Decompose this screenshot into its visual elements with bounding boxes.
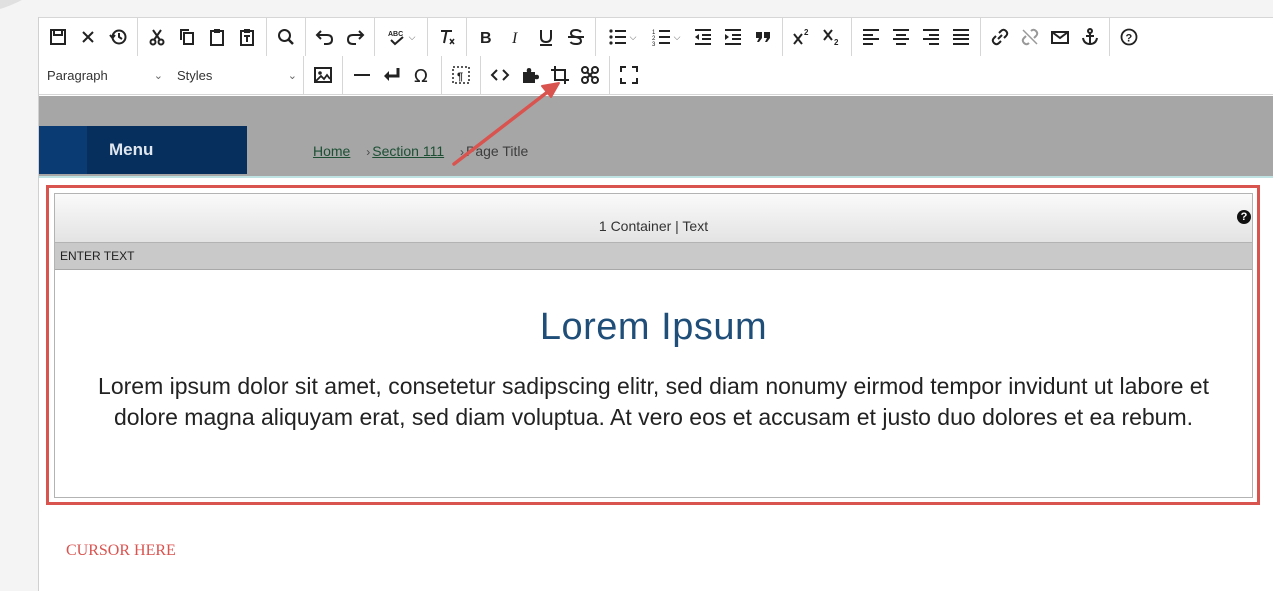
spellcheck-icon[interactable]: ABC ⌵ bbox=[379, 22, 423, 52]
align-center-icon[interactable] bbox=[886, 22, 916, 52]
fullscreen-icon[interactable] bbox=[614, 60, 644, 90]
subscript-icon[interactable]: 2 bbox=[817, 22, 847, 52]
toolbar-group-spell: ABC ⌵ bbox=[375, 18, 428, 56]
toolbar-group-clear bbox=[428, 18, 467, 56]
plugin-icon[interactable] bbox=[515, 60, 545, 90]
undo-icon[interactable] bbox=[310, 22, 340, 52]
redo-icon[interactable] bbox=[340, 22, 370, 52]
align-left-icon[interactable] bbox=[856, 22, 886, 52]
line-break-icon[interactable] bbox=[377, 60, 407, 90]
image-icon[interactable] bbox=[308, 60, 338, 90]
paste-text-icon[interactable] bbox=[232, 22, 262, 52]
breadcrumb-home[interactable]: Home bbox=[313, 143, 350, 159]
styles-value: Styles bbox=[177, 67, 213, 83]
svg-text:¶: ¶ bbox=[457, 71, 463, 83]
toolbar-group-tools bbox=[481, 56, 610, 94]
find-icon[interactable] bbox=[271, 22, 301, 52]
toolbar-group-image bbox=[304, 56, 343, 94]
breadcrumb-separator: › bbox=[460, 145, 465, 159]
align-right-icon[interactable] bbox=[916, 22, 946, 52]
chevron-down-icon: ⌄ bbox=[287, 69, 297, 82]
breadcrumb-separator: › bbox=[366, 145, 371, 159]
bullet-list-icon[interactable]: ⌵ bbox=[600, 22, 644, 52]
strikethrough-icon[interactable] bbox=[561, 22, 591, 52]
toolbar-group-find bbox=[267, 18, 306, 56]
breadcrumb-section[interactable]: Section 111 bbox=[372, 143, 444, 159]
crop-icon[interactable] bbox=[545, 60, 575, 90]
paragraph-format-select[interactable]: Paragraph ⌄ bbox=[39, 60, 169, 90]
omega-icon[interactable]: Ω bbox=[407, 60, 437, 90]
breadcrumb: Home › Section 111 › Page Title bbox=[313, 143, 528, 159]
toolbar-group-align bbox=[852, 18, 981, 56]
menu-button[interactable]: Menu bbox=[39, 126, 247, 174]
chevron-down-icon: ⌵ bbox=[408, 31, 416, 42]
toolbar-group-help: ? bbox=[1110, 18, 1148, 56]
menu-label: Menu bbox=[109, 140, 154, 159]
save-icon[interactable] bbox=[43, 22, 73, 52]
chevron-down-icon: ⌵ bbox=[629, 31, 637, 42]
toolbar-group-document bbox=[39, 18, 138, 56]
breadcrumb-current: Page Title bbox=[466, 143, 529, 159]
page-header-band: Menu Home › Section 111 › Page Title bbox=[39, 96, 1273, 176]
bold-icon[interactable]: B bbox=[471, 22, 501, 52]
paste-icon[interactable] bbox=[202, 22, 232, 52]
svg-text:3: 3 bbox=[652, 42, 656, 47]
indent-icon[interactable] bbox=[718, 22, 748, 52]
toolbar-group-blocks: ¶ bbox=[442, 56, 481, 94]
toolbar-group-format: Paragraph ⌄ Styles ⌄ bbox=[39, 56, 304, 94]
italic-icon[interactable]: I bbox=[501, 22, 531, 52]
toolbar-group-links bbox=[981, 18, 1110, 56]
svg-text:?: ? bbox=[1126, 33, 1133, 45]
help-icon[interactable]: ? bbox=[1114, 22, 1144, 52]
toolbar-group-basic-styles: B I bbox=[467, 18, 596, 56]
chevron-down-icon: ⌵ bbox=[673, 31, 681, 42]
toolbar-group-clipboard bbox=[138, 18, 267, 56]
history-icon[interactable] bbox=[103, 22, 133, 52]
paragraph-format-value: Paragraph bbox=[47, 67, 108, 83]
editor-frame: ABC ⌵ B I ⌵ 1 2 3 ⌵ 2 2 ? Paragraph ⌄ St… bbox=[38, 17, 1273, 591]
menu-strip bbox=[39, 126, 87, 174]
underline-icon[interactable] bbox=[531, 22, 561, 52]
svg-text:2: 2 bbox=[834, 38, 839, 47]
anchor-icon[interactable] bbox=[1075, 22, 1105, 52]
toolbar-group-script: 2 2 bbox=[783, 18, 852, 56]
justify-icon[interactable] bbox=[946, 22, 976, 52]
superscript-icon[interactable]: 2 bbox=[787, 22, 817, 52]
svg-text:ABC: ABC bbox=[388, 31, 403, 38]
toolbar-row-1: ABC ⌵ B I ⌵ 1 2 3 ⌵ 2 2 ? bbox=[39, 17, 1273, 57]
styles-select[interactable]: Styles ⌄ bbox=[169, 60, 303, 90]
copy-icon[interactable] bbox=[172, 22, 202, 52]
chevron-down-icon: ⌄ bbox=[153, 69, 163, 82]
page-corner bbox=[0, 0, 38, 17]
blockquote-icon[interactable] bbox=[748, 22, 778, 52]
annotation-highlight-box bbox=[46, 185, 1260, 505]
email-icon[interactable] bbox=[1045, 22, 1075, 52]
widget-icon[interactable] bbox=[575, 60, 605, 90]
unlink-icon[interactable] bbox=[1015, 22, 1045, 52]
svg-text:2: 2 bbox=[804, 28, 809, 37]
link-icon[interactable] bbox=[985, 22, 1015, 52]
svg-text:Ω: Ω bbox=[414, 66, 428, 85]
horizontal-line-icon[interactable] bbox=[347, 60, 377, 90]
cut-icon[interactable] bbox=[142, 22, 172, 52]
content-divider bbox=[39, 176, 1273, 178]
toolbar-group-lists: ⌵ 1 2 3 ⌵ bbox=[596, 18, 783, 56]
numbered-list-icon[interactable]: 1 2 3 ⌵ bbox=[644, 22, 688, 52]
svg-text:B: B bbox=[480, 30, 492, 47]
outdent-icon[interactable] bbox=[688, 22, 718, 52]
toolbar-group-undo bbox=[306, 18, 375, 56]
cursor-here-note[interactable]: CURSOR HERE bbox=[66, 542, 176, 560]
source-code-icon[interactable] bbox=[485, 60, 515, 90]
toolbar-group-view bbox=[610, 56, 648, 94]
toolbar-group-insert: Ω bbox=[343, 56, 442, 94]
show-blocks-icon[interactable]: ¶ bbox=[446, 60, 476, 90]
clear-format-icon[interactable] bbox=[432, 22, 462, 52]
close-icon[interactable] bbox=[73, 22, 103, 52]
svg-text:I: I bbox=[511, 30, 518, 47]
toolbar-row-2: Paragraph ⌄ Styles ⌄ Ω ¶ bbox=[39, 56, 1273, 95]
